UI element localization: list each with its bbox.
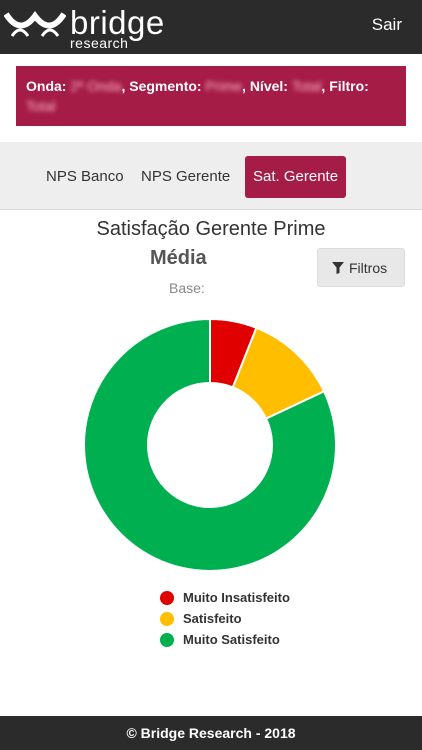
onda-label: Onda:: [26, 78, 67, 94]
legend-item[interactable]: Muito Satisfeito: [160, 630, 360, 651]
legend-label: Satisfeito: [183, 611, 242, 626]
bridge-research-logo[interactable]: bridge research: [4, 4, 184, 51]
segmento-label: Segmento:: [129, 78, 202, 94]
onda-value: 2ª Onda: [70, 78, 122, 94]
tab-nps-gerente[interactable]: NPS Gerente: [141, 156, 230, 198]
footer: © Bridge Research - 2018: [0, 716, 422, 750]
tab-bar: NPS Banco NPS Gerente Sat. Gerente: [0, 142, 422, 210]
legend-label: Muito Satisfeito: [183, 632, 280, 647]
tab-sat-gerente[interactable]: Sat. Gerente: [245, 156, 347, 198]
filtro-label: Filtro:: [329, 78, 369, 94]
filtro-value: Total: [26, 98, 56, 114]
top-navbar: bridge research Sair: [0, 0, 422, 54]
nivel-label: Nível:: [249, 78, 288, 94]
filter-summary-box: Onda: 2ª Onda, Segmento: Prime, Nível: T…: [16, 66, 406, 126]
chart-legend: Muito Insatisfeito Satisfeito Muito Sati…: [160, 588, 360, 651]
donut-chart: [83, 317, 337, 572]
filters-button-label: Filtros: [349, 260, 388, 276]
chart-title: Satisfação Gerente Prime: [96, 218, 326, 240]
filters-button[interactable]: Filtros: [317, 248, 405, 287]
legend-label: Muito Insatisfeito: [183, 590, 290, 605]
legend-dot-muito-satisfeito: [160, 633, 174, 647]
logout-link[interactable]: Sair: [372, 15, 402, 35]
legend-item[interactable]: Muito Insatisfeito: [160, 588, 360, 609]
legend-item[interactable]: Satisfeito: [160, 609, 360, 630]
nivel-value: Total: [291, 78, 322, 94]
tab-nps-banco[interactable]: NPS Banco: [46, 156, 124, 198]
funnel-icon: [332, 262, 344, 274]
chart-base-label: Base:: [169, 280, 205, 296]
logo-subword: research: [70, 35, 129, 51]
segmento-value: Prime: [205, 78, 243, 94]
legend-dot-muito-insatisfeito: [160, 591, 174, 605]
legend-dot-satisfeito: [160, 612, 174, 626]
bridge-logo-icon: [4, 11, 66, 37]
chart-subtitle: Média: [150, 247, 207, 269]
